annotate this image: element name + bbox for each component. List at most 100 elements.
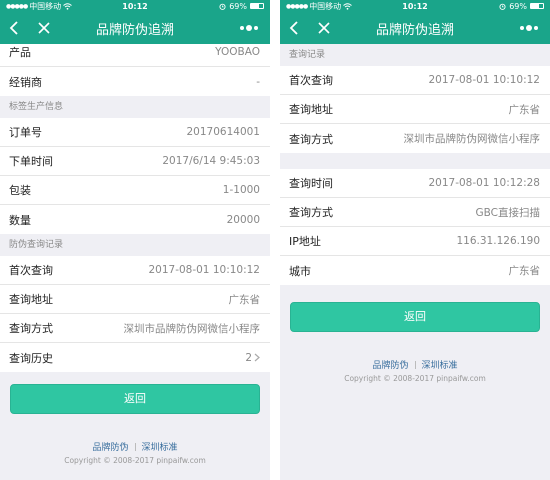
row-label: 查询地址 — [289, 103, 333, 116]
list-item: 经销商 - — [0, 67, 270, 96]
row-label: 首次查询 — [289, 74, 333, 87]
list-item: 订单号 20170614001 — [0, 118, 270, 147]
list-item: 查询方式 GBC直接扫描 — [280, 198, 550, 227]
more-icon — [520, 25, 538, 31]
row-value: 深圳市品牌防伪网微信小程序 — [403, 133, 541, 145]
alarm-icon — [499, 3, 506, 10]
list-item: 查询时间 2017-08-01 10:12:28 — [280, 169, 550, 198]
product-info-list: 产品 YOOBAO 经销商 - — [0, 38, 270, 96]
nav-bar: 品牌防伪追溯 — [0, 12, 270, 44]
row-label: 查询方式 — [9, 322, 53, 335]
row-value: 广东省 — [508, 265, 541, 277]
back-button[interactable] — [282, 12, 306, 44]
list-item: 首次查询 2017-08-01 10:10:12 — [280, 66, 550, 95]
row-label: 查询方式 — [289, 206, 333, 219]
battery-icon — [250, 3, 264, 9]
footer: 品牌防伪 深圳标准 Copyright © 2008-2017 pinpaifw… — [0, 440, 270, 465]
list-item: 查询方式 深圳市品牌防伪网微信小程序 — [280, 124, 550, 153]
footer-link-brand[interactable]: 品牌防伪 — [372, 358, 408, 371]
return-button[interactable]: 返回 — [290, 302, 540, 332]
row-value: 116.31.126.190 — [456, 235, 541, 247]
close-button[interactable] — [32, 12, 56, 44]
row-value: 2017-08-01 10:12:28 — [428, 177, 540, 189]
query-detail-list: 查询时间 2017-08-01 10:12:28 查询方式 GBC直接扫描 IP… — [280, 169, 550, 285]
footer-separator — [414, 360, 416, 369]
battery-fill — [531, 4, 540, 8]
list-item: 首次查询 2017-08-01 10:10:12 — [0, 256, 270, 285]
list-item: 查询方式 深圳市品牌防伪网微信小程序 — [0, 314, 270, 343]
nav-bar: 品牌防伪追溯 — [280, 12, 550, 44]
row-value: 20000 — [226, 213, 260, 226]
row-value: - — [256, 75, 260, 88]
chevron-right-icon — [254, 353, 260, 362]
battery-percent: 69% — [229, 1, 247, 11]
row-value: GBC直接扫描 — [475, 206, 541, 219]
list-item: IP地址 116.31.126.190 — [280, 227, 550, 256]
alarm-icon — [219, 3, 226, 10]
status-bar: ●●●●● 中国移动 10:12 69% — [280, 0, 550, 12]
chevron-left-icon — [9, 21, 18, 35]
row-value: 深圳市品牌防伪网微信小程序 — [123, 322, 261, 335]
row-label: 包装 — [9, 184, 31, 197]
more-button[interactable] — [234, 12, 264, 44]
more-icon — [240, 25, 258, 31]
footer-separator — [134, 442, 136, 451]
row-label: 订单号 — [9, 126, 42, 139]
section-header: 标签生产信息 — [9, 102, 64, 112]
row-label: 产品 — [9, 46, 31, 59]
label-info-list: 订单号 20170614001 下单时间 2017/6/14 9:45:03 包… — [0, 118, 270, 234]
query-history-row[interactable]: 查询历史 2 — [0, 343, 270, 372]
row-value: 2017/6/14 9:45:03 — [162, 155, 260, 167]
battery-percent: 69% — [509, 1, 527, 11]
row-value: 广东省 — [508, 103, 541, 116]
list-item: 下单时间 2017/6/14 9:45:03 — [0, 147, 270, 176]
status-bar: ●●●●● 中国移动 10:12 69% — [0, 0, 270, 12]
row-value: 2017-08-01 10:10:12 — [428, 74, 540, 86]
row-label: 城市 — [289, 264, 311, 278]
row-label: 查询方式 — [289, 132, 333, 146]
chevron-left-icon — [289, 21, 298, 35]
close-button[interactable] — [312, 12, 336, 44]
row-label: 查询地址 — [9, 293, 53, 306]
history-value-wrap: 2 — [245, 352, 260, 364]
row-value: 广东省 — [228, 293, 261, 306]
row-label: IP地址 — [289, 235, 321, 248]
left-screen: ●●●●● 中国移动 10:12 69% 品牌防伪追溯 产品 YOOBAO 经销… — [0, 0, 270, 480]
query-record-list: 首次查询 2017-08-01 10:10:12 查询地址 广东省 查询方式 深… — [280, 66, 550, 153]
close-icon — [318, 22, 330, 34]
row-label: 查询时间 — [289, 177, 333, 190]
footer-link-standard[interactable]: 深圳标准 — [142, 440, 178, 453]
footer: 品牌防伪 深圳标准 Copyright © 2008-2017 pinpaifw… — [280, 358, 550, 383]
list-item: 数量 20000 — [0, 205, 270, 234]
footer-link-standard[interactable]: 深圳标准 — [422, 358, 458, 371]
back-button[interactable] — [2, 12, 26, 44]
history-count: 2 — [245, 351, 252, 364]
copyright: Copyright © 2008-2017 pinpaifw.com — [344, 374, 486, 383]
footer-link-brand[interactable]: 品牌防伪 — [92, 440, 128, 453]
list-item: 查询地址 广东省 — [280, 95, 550, 124]
footer-links: 品牌防伪 深圳标准 — [280, 358, 550, 371]
footer-links: 品牌防伪 深圳标准 — [0, 440, 270, 453]
list-item: 城市 广东省 — [280, 256, 550, 285]
row-value: 20170614001 — [186, 126, 261, 138]
row-value: 2017-08-01 10:10:12 — [148, 264, 260, 276]
row-label: 数量 — [9, 213, 31, 227]
row-label: 经销商 — [9, 75, 42, 89]
row-label: 查询历史 — [9, 351, 53, 365]
row-value: YOOBAO — [215, 46, 260, 58]
close-icon — [38, 22, 50, 34]
list-item: 包装 1-1000 — [0, 176, 270, 205]
row-label: 首次查询 — [9, 264, 53, 277]
row-value: 1-1000 — [222, 184, 260, 196]
battery-fill — [251, 4, 260, 8]
return-button[interactable]: 返回 — [10, 384, 260, 414]
screen-gap — [270, 0, 280, 480]
list-item: 查询地址 广东省 — [0, 285, 270, 314]
more-button[interactable] — [514, 12, 544, 44]
right-screen: ●●●●● 中国移动 10:12 69% 品牌防伪追溯 查询记录 首次查询 20… — [280, 0, 550, 480]
query-record-list: 首次查询 2017-08-01 10:10:12 查询地址 广东省 查询方式 深… — [0, 256, 270, 372]
battery-icon — [530, 3, 544, 9]
row-label: 下单时间 — [9, 155, 53, 168]
section-header: 防伪查询记录 — [9, 240, 64, 250]
section-header: 查询记录 — [289, 50, 326, 60]
